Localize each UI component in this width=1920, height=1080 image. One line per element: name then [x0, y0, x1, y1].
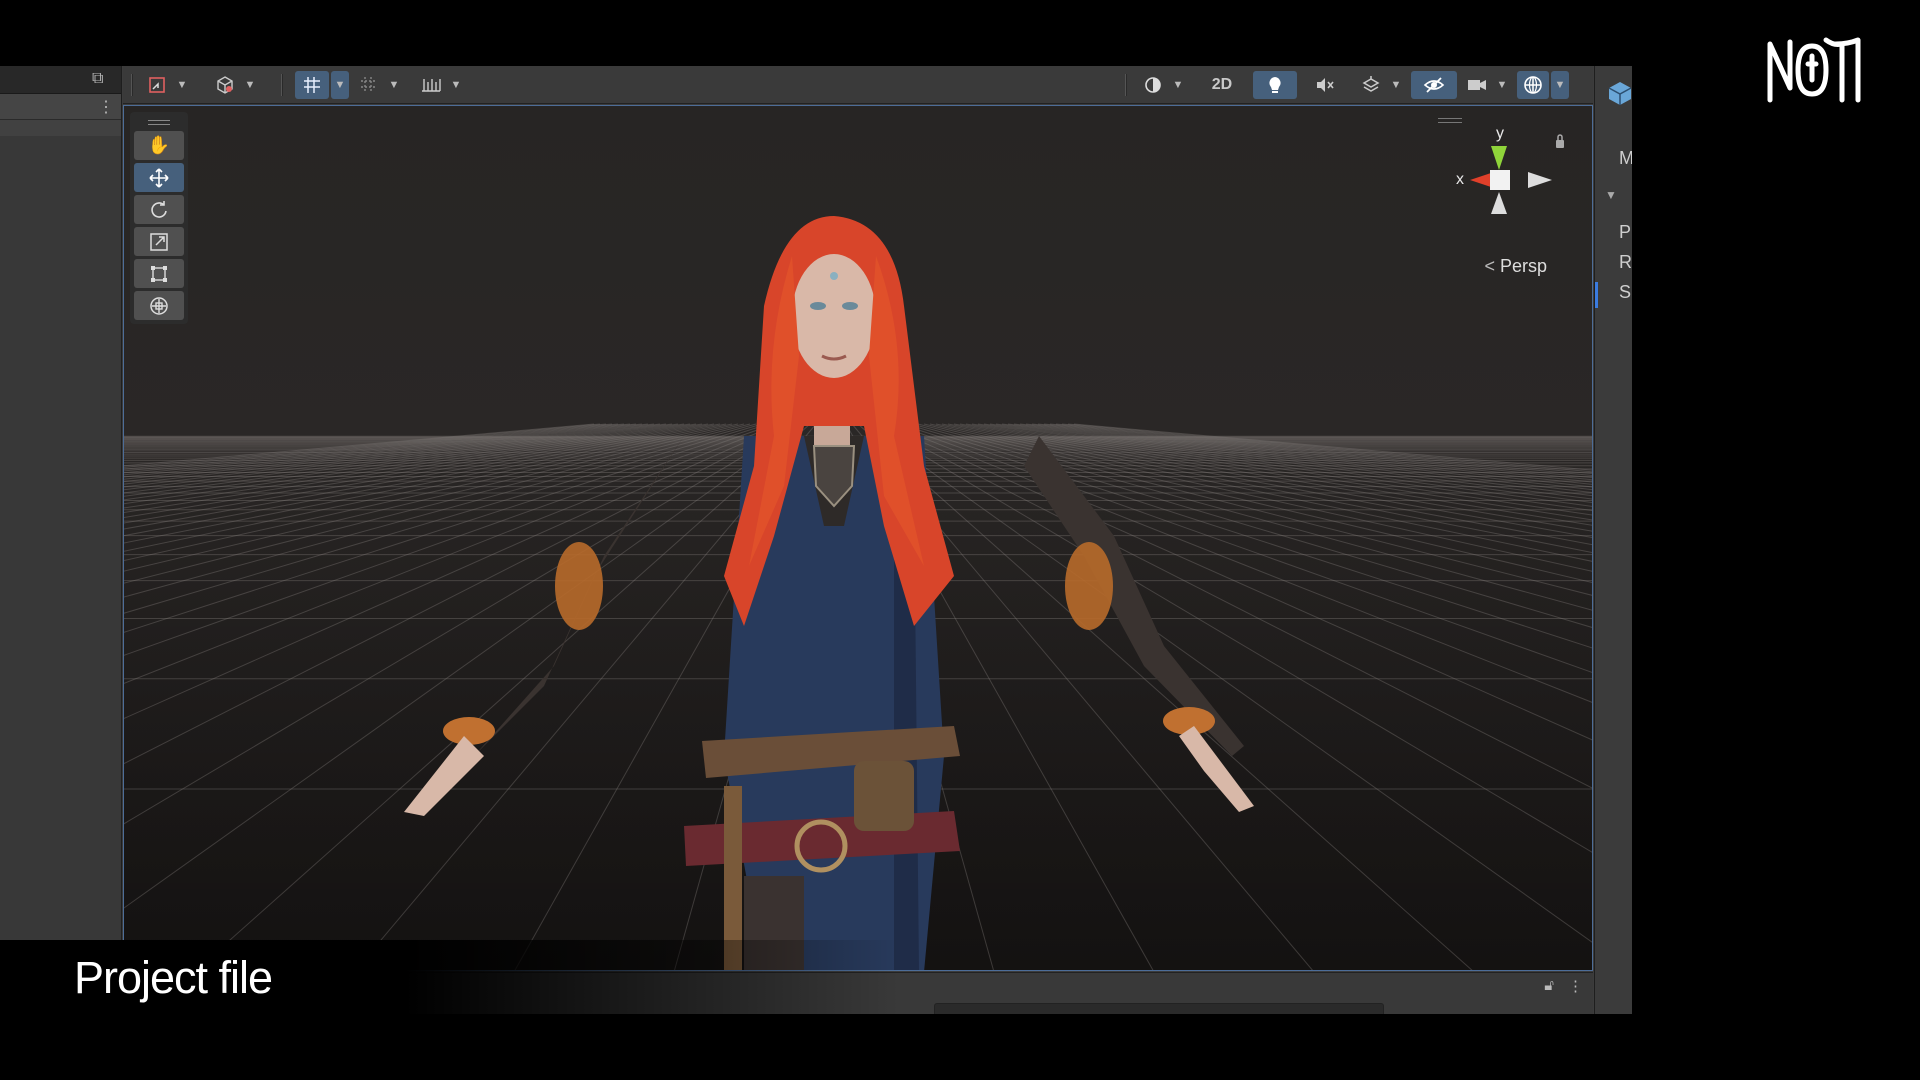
- effects-icon[interactable]: [1357, 71, 1385, 99]
- maximize-icon[interactable]: ⧉: [92, 70, 103, 88]
- viewport-grip[interactable]: [1438, 118, 1462, 123]
- lock-icon[interactable]: 🔓︎: [1544, 977, 1554, 995]
- perspective-icon: <: [1484, 256, 1495, 276]
- inspector-label: R: [1619, 252, 1632, 272]
- left-hand: [404, 736, 484, 816]
- circlet-gem: [830, 272, 838, 280]
- foldout-triangle-icon[interactable]: ▼: [1605, 188, 1617, 202]
- ruler-icon[interactable]: [417, 71, 445, 99]
- rotate-tool-icon[interactable]: [134, 195, 184, 224]
- selection-indicator: [1595, 282, 1598, 308]
- project-search-input[interactable]: [934, 1003, 1384, 1014]
- left-eye: [810, 302, 826, 310]
- chevron-down-icon[interactable]: ▼: [331, 71, 349, 99]
- scene-viewport[interactable]: ✋ y x < Persp: [123, 105, 1593, 971]
- hidden-objects-icon[interactable]: [1411, 71, 1457, 99]
- chevron-down-icon[interactable]: ▼: [385, 71, 403, 99]
- more-options-icon[interactable]: ⋮: [98, 97, 114, 117]
- chevron-down-icon[interactable]: ▼: [1169, 71, 1187, 99]
- gizmo-y-axis[interactable]: [1491, 146, 1507, 170]
- character-model[interactable]: [124, 106, 1593, 971]
- right-eye: [842, 302, 858, 310]
- transform-tools-panel: ✋: [130, 112, 188, 324]
- belt-pouch: [854, 761, 914, 831]
- more-options-icon[interactable]: ⋮: [1568, 977, 1583, 995]
- toolbar-separator: [281, 74, 283, 96]
- increment-snap-icon[interactable]: [355, 71, 383, 99]
- move-tool-icon[interactable]: [134, 163, 184, 192]
- hierarchy-panel: ⧉ ⋮: [0, 66, 122, 1014]
- package-cube-icon[interactable]: [1607, 80, 1632, 111]
- fur-cuff: [555, 542, 603, 630]
- projection-label[interactable]: < Persp: [1484, 256, 1547, 277]
- chevron-down-icon[interactable]: ▼: [1493, 71, 1511, 99]
- right-arm: [1024, 436, 1244, 756]
- grid-snap-icon[interactable]: [295, 71, 329, 99]
- gizmo-tool-icon[interactable]: [143, 71, 171, 99]
- lock-icon[interactable]: [1556, 140, 1564, 148]
- gizmo-x-label: x: [1456, 171, 1464, 188]
- bottom-icons: 🔓︎ ⋮: [1544, 977, 1583, 995]
- gizmo-neg-y-axis[interactable]: [1491, 192, 1507, 214]
- gizmo-y-label: y: [1496, 125, 1504, 142]
- fur-cuff: [443, 717, 495, 745]
- inspector-label: P: [1619, 222, 1632, 242]
- unity-editor-window: ⧉ ⋮ ▼ ▼ ▼ ▼ ▼ ▼ 2D ▼ ▼ ▼ ✋ y x < Persp M…: [0, 66, 1632, 1014]
- inspector-panel: M ▼ P R S: [1594, 66, 1632, 1014]
- camera-icon[interactable]: [1463, 71, 1491, 99]
- view-2d-toggle[interactable]: 2D: [1199, 71, 1245, 99]
- toolbar-separator: [131, 74, 133, 96]
- inspector-label: M: [1619, 148, 1632, 168]
- rect-tool-icon[interactable]: [134, 259, 184, 288]
- transform-tool-icon[interactable]: [134, 291, 184, 320]
- fur-cuff: [1065, 542, 1113, 630]
- chevron-down-icon[interactable]: ▼: [241, 71, 259, 99]
- hierarchy-subheader: ⋮: [0, 94, 121, 120]
- audio-icon[interactable]: [1305, 71, 1345, 99]
- lighting-icon[interactable]: [1253, 71, 1297, 99]
- gizmo-center-cube[interactable]: [1490, 170, 1510, 190]
- hand-tool-icon[interactable]: ✋: [134, 131, 184, 160]
- hierarchy-row[interactable]: [0, 120, 121, 136]
- hierarchy-header: ⧉: [0, 66, 121, 94]
- gizmos-icon[interactable]: [1517, 71, 1549, 99]
- gizmo-neg-x-axis[interactable]: [1528, 172, 1552, 188]
- left-arm: [404, 436, 684, 812]
- video-caption: Project file: [74, 952, 273, 1003]
- chevron-down-icon[interactable]: ▼: [1551, 71, 1569, 99]
- chevron-down-icon[interactable]: ▼: [1387, 71, 1405, 99]
- shaded-cube-icon[interactable]: [211, 71, 239, 99]
- inspector-label: S: [1619, 282, 1632, 302]
- brand-logo: [1767, 37, 1861, 103]
- draw-mode-icon[interactable]: [1139, 71, 1167, 99]
- scene-toolbar: ▼ ▼ ▼ ▼ ▼ ▼ 2D ▼ ▼ ▼: [123, 66, 1593, 104]
- chevron-down-icon[interactable]: ▼: [447, 71, 465, 99]
- toolbar-separator: [1125, 74, 1127, 96]
- drag-handle[interactable]: [134, 116, 184, 128]
- chevron-down-icon[interactable]: ▼: [173, 71, 191, 99]
- scale-tool-icon[interactable]: [134, 227, 184, 256]
